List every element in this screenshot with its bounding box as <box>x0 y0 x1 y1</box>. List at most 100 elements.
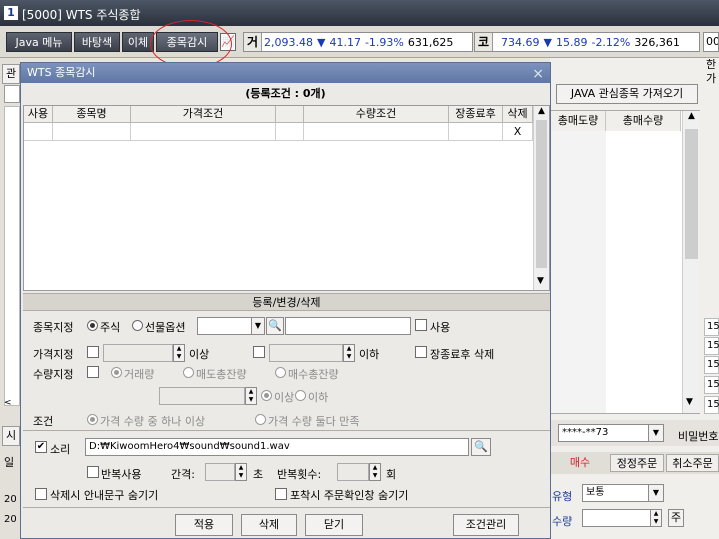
row-qty-cell[interactable] <box>304 123 449 141</box>
search-icon[interactable]: 🔍 <box>471 438 491 456</box>
scroll-left-arrow-icon[interactable]: < <box>4 398 18 412</box>
use-checkbox[interactable] <box>415 319 427 331</box>
delete-button[interactable]: 삭제 <box>241 514 297 536</box>
scroll-thumb[interactable] <box>536 120 547 268</box>
interval-input[interactable] <box>205 463 235 481</box>
grid-vertical-scrollbar[interactable]: ▲ ▼ <box>533 106 549 290</box>
scroll-up-icon[interactable]: ▲ <box>534 106 549 116</box>
radio-sell-remain[interactable] <box>183 367 194 378</box>
row-delete-button[interactable]: X <box>503 123 533 141</box>
bg-left-tab[interactable]: 관 <box>2 64 20 84</box>
after-close-delete-label: 장종료후 삭제 <box>430 348 495 361</box>
stock-name-input[interactable] <box>285 317 411 335</box>
radio-volume[interactable] <box>111 367 122 378</box>
password-label: 비밀번호 <box>678 430 719 443</box>
main-window-titlebar: 1 [5000] WTS 주식종합 <box>0 0 719 26</box>
kospi-value: 2,093.48 <box>264 36 313 49</box>
chevron-down-icon[interactable]: ▼ <box>251 317 265 335</box>
radio-futures[interactable] <box>132 320 143 331</box>
order-qty-input[interactable] <box>582 509 652 527</box>
radio-buy-remain[interactable] <box>275 367 286 378</box>
scroll-up-icon[interactable]: ▲ <box>683 111 700 121</box>
scroll-thumb[interactable] <box>685 129 698 259</box>
divider <box>23 430 550 431</box>
radio-cond-both[interactable] <box>255 414 266 425</box>
dialog-titlebar[interactable]: WTS 종목감시 × <box>21 63 550 83</box>
tab-buy[interactable]: 매수 <box>558 454 602 472</box>
condition-manage-button[interactable]: 조건관리 <box>453 514 519 536</box>
order-type-label: 유형 <box>552 490 573 503</box>
divider <box>23 507 550 508</box>
price-above-input[interactable] <box>103 344 173 362</box>
hide-capture-msg-checkbox[interactable] <box>275 488 287 500</box>
bg-left-input[interactable] <box>4 85 20 103</box>
col-stock-name: 종목명 <box>53 106 131 123</box>
after-close-delete-checkbox[interactable] <box>415 346 427 358</box>
hide-delete-msg-checkbox[interactable] <box>35 488 47 500</box>
qty-input-spinner[interactable]: ▲ ▼ <box>245 387 257 405</box>
order-qty-label: 수량 <box>552 515 573 528</box>
dialog-title: WTS 종목감시 <box>27 66 96 79</box>
repeat-checkbox[interactable] <box>87 466 99 478</box>
tab-cancel-order[interactable]: 취소주문 <box>666 454 719 472</box>
qty-input[interactable] <box>159 387 245 405</box>
kospi-pct: -1.93% <box>364 36 404 49</box>
apply-button[interactable]: 적용 <box>175 514 233 536</box>
qty-unit-label: 주 <box>668 509 684 527</box>
kosdaq-pct: -2.12% <box>591 36 631 49</box>
row-price-cell[interactable] <box>131 123 276 141</box>
search-icon[interactable]: 🔍 <box>266 317 284 335</box>
radio-cond-any-label: 가격 수량 중 하나 이상 <box>100 415 206 428</box>
interval-label: 간격: <box>171 468 195 481</box>
radio-stock-label: 주식 <box>100 321 121 334</box>
col-qty-cond: 수량조건 <box>304 106 449 123</box>
sound-checkbox[interactable]: ✔ <box>35 441 47 453</box>
col-after-close: 장종료후 <box>449 106 503 123</box>
kospi-index-box: 거 2,093.48 ▼ 41.17 -1.93% 631,625 <box>243 32 473 52</box>
chevron-down-icon[interactable]: ▼ <box>648 424 664 442</box>
radio-cond-any[interactable] <box>87 414 98 425</box>
kosdaq-value: 734.69 <box>501 36 540 49</box>
bg-left-tab-2[interactable]: 시 <box>2 426 20 446</box>
account-select[interactable]: ****-**73 <box>558 424 654 442</box>
above-label: 이상 <box>189 348 210 361</box>
close-icon[interactable]: × <box>532 64 544 84</box>
down-arrow-icon: ▼ <box>316 36 326 49</box>
repeat-count-spinner[interactable]: ▲ ▼ <box>369 463 381 481</box>
bg-vertical-scrollbar[interactable]: ▲ ▼ <box>682 111 700 413</box>
kospi-tag: 거 <box>244 33 262 51</box>
close-button[interactable]: 닫기 <box>305 514 363 536</box>
price-below-input[interactable] <box>269 344 343 362</box>
radio-qty-below[interactable] <box>295 390 306 401</box>
scroll-down-icon[interactable]: ▼ <box>537 276 544 286</box>
repeat-count-input[interactable] <box>337 463 369 481</box>
qty-checkbox[interactable] <box>87 366 99 378</box>
tab-modify-order[interactable]: 정정주문 <box>610 454 664 472</box>
price-cell: 15 <box>704 318 719 336</box>
row-after-close-cell[interactable] <box>449 123 503 141</box>
qty-spinner[interactable]: ▲ ▼ <box>650 509 662 527</box>
price-above-spinner[interactable]: ▲ ▼ <box>173 344 185 362</box>
chevron-down-icon[interactable]: ▼ <box>648 484 664 502</box>
window-title: [5000] WTS 주식종합 <box>22 8 141 22</box>
java-import-button[interactable]: JAVA 관심종목 가져오기 <box>556 84 698 104</box>
price-checkbox[interactable] <box>87 346 99 358</box>
col-use: 사용 <box>24 106 53 123</box>
registered-count: (등록조건 : 0개) <box>245 87 326 100</box>
price-below-checkbox[interactable] <box>253 346 265 358</box>
radio-qty-above[interactable] <box>261 390 272 401</box>
radio-cond-both-label: 가격 수량 둘다 만족 <box>268 415 360 428</box>
java-menu-button[interactable]: Java 메뉴 <box>6 32 72 52</box>
scroll-down-icon[interactable]: ▼ <box>686 397 693 407</box>
bg-left-label: 일 <box>4 456 15 469</box>
background-color-button[interactable]: 바탕색 <box>74 32 120 52</box>
radio-qty-below-label: 이하 <box>308 391 329 404</box>
row-use-cell[interactable] <box>24 123 53 141</box>
radio-stock[interactable] <box>87 320 98 331</box>
condition-grid: 사용 종목명 가격조건 수량조건 장종료후 삭제 X ▲ ▼ <box>23 105 550 291</box>
price-below-spinner[interactable]: ▲ ▼ <box>343 344 355 362</box>
sound-path-input[interactable]: D:₩KiwoomHero4₩sound₩sound1.wav <box>85 438 469 456</box>
interval-spinner[interactable]: ▲ ▼ <box>235 463 247 481</box>
row-name-cell[interactable] <box>53 123 131 141</box>
radio-buy-remain-label: 매수총잔량 <box>288 368 339 381</box>
